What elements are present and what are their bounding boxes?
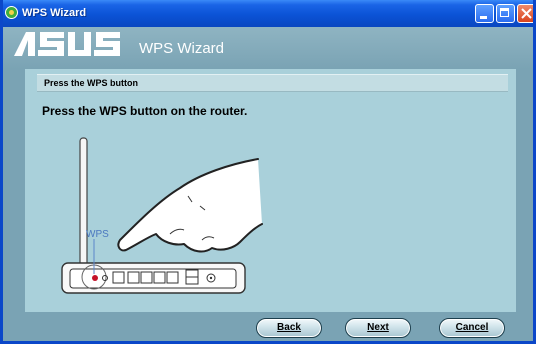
- wps-label: WPS: [86, 229, 109, 240]
- step-header: Press the WPS button: [37, 74, 508, 92]
- content-panel: Press the WPS button Press the WPS butto…: [25, 69, 516, 312]
- wizard-header: WPS Wizard: [3, 27, 533, 69]
- wps-button: [92, 275, 98, 281]
- close-button[interactable]: [517, 4, 533, 23]
- wizard-app-icon: [5, 6, 18, 19]
- next-button[interactable]: Next: [345, 318, 411, 338]
- router-wps-illustration: WPS: [61, 137, 263, 294]
- wizard-footer: Back Next Cancel: [3, 312, 533, 341]
- minimize-button[interactable]: [475, 4, 494, 23]
- back-button[interactable]: Back: [256, 318, 322, 338]
- cancel-button[interactable]: Cancel: [439, 318, 505, 338]
- wps-wizard-window: WPS Wizard WPS Wizard Press the WPS butt…: [0, 0, 536, 344]
- title-bar[interactable]: WPS Wizard: [3, 0, 533, 27]
- pointing-hand: [117, 158, 263, 253]
- step-title: Press the WPS button: [44, 78, 139, 88]
- window-title: WPS Wizard: [22, 7, 87, 19]
- instruction-text: Press the WPS button on the router.: [42, 104, 248, 118]
- wizard-title: WPS Wizard: [139, 40, 225, 57]
- close-icon: [521, 8, 532, 19]
- maximize-button[interactable]: [496, 4, 515, 23]
- asus-logo: [14, 32, 120, 56]
